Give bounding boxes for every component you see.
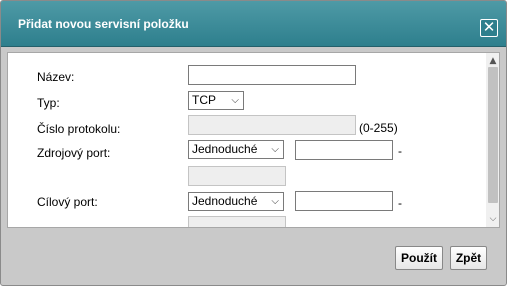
scrollbar-thumb[interactable] bbox=[488, 67, 498, 203]
form-panel: Název: Typ: TCP ⌵ Číslo protokolu: (0-25… bbox=[7, 52, 500, 228]
type-select[interactable]: TCP ⌵ bbox=[188, 91, 244, 110]
dialog-titlebar: Přidat novou servisní položku ✕ bbox=[1, 1, 506, 47]
dest-port-mode-value: Jednoduché bbox=[192, 194, 258, 208]
dest-port-range-dash: - bbox=[398, 196, 402, 210]
chevron-down-icon: ⌵ bbox=[231, 95, 239, 106]
source-port-to-input[interactable] bbox=[188, 166, 286, 186]
dest-port-from-input[interactable] bbox=[295, 191, 393, 211]
source-port-from-input[interactable] bbox=[295, 140, 393, 160]
chevron-down-icon: ⌵ bbox=[271, 196, 279, 207]
source-port-range-dash: - bbox=[398, 144, 402, 158]
name-label: Název: bbox=[37, 70, 75, 84]
dialog-title: Přidat novou servisní položku bbox=[18, 17, 189, 31]
scroll-up-icon[interactable]: ▲ bbox=[486, 55, 499, 67]
source-port-mode-value: Jednoduché bbox=[192, 142, 258, 156]
scroll-down-icon[interactable]: ⌵ bbox=[486, 213, 499, 225]
name-input[interactable] bbox=[188, 65, 356, 85]
type-label: Typ: bbox=[37, 96, 60, 110]
protocol-input[interactable] bbox=[188, 115, 356, 135]
protocol-label: Číslo protokolu: bbox=[37, 122, 121, 136]
apply-button[interactable]: Použít bbox=[395, 246, 443, 270]
dest-port-to-input[interactable] bbox=[188, 216, 286, 227]
source-port-mode-select[interactable]: Jednoduché ⌵ bbox=[188, 140, 284, 159]
back-button[interactable]: Zpět bbox=[450, 246, 487, 270]
dest-port-label: Cílový port: bbox=[37, 195, 98, 209]
close-icon[interactable]: ✕ bbox=[480, 19, 498, 37]
dest-port-mode-select[interactable]: Jednoduché ⌵ bbox=[188, 192, 284, 211]
add-service-dialog: Přidat novou servisní položku ✕ Název: T… bbox=[0, 0, 507, 286]
form-scrollbar[interactable]: ▲ ⌵ bbox=[486, 53, 499, 227]
chevron-down-icon: ⌵ bbox=[271, 144, 279, 155]
type-select-value: TCP bbox=[192, 93, 216, 107]
source-port-label: Zdrojový port: bbox=[37, 146, 111, 160]
protocol-range-hint: (0-255) bbox=[359, 121, 398, 135]
